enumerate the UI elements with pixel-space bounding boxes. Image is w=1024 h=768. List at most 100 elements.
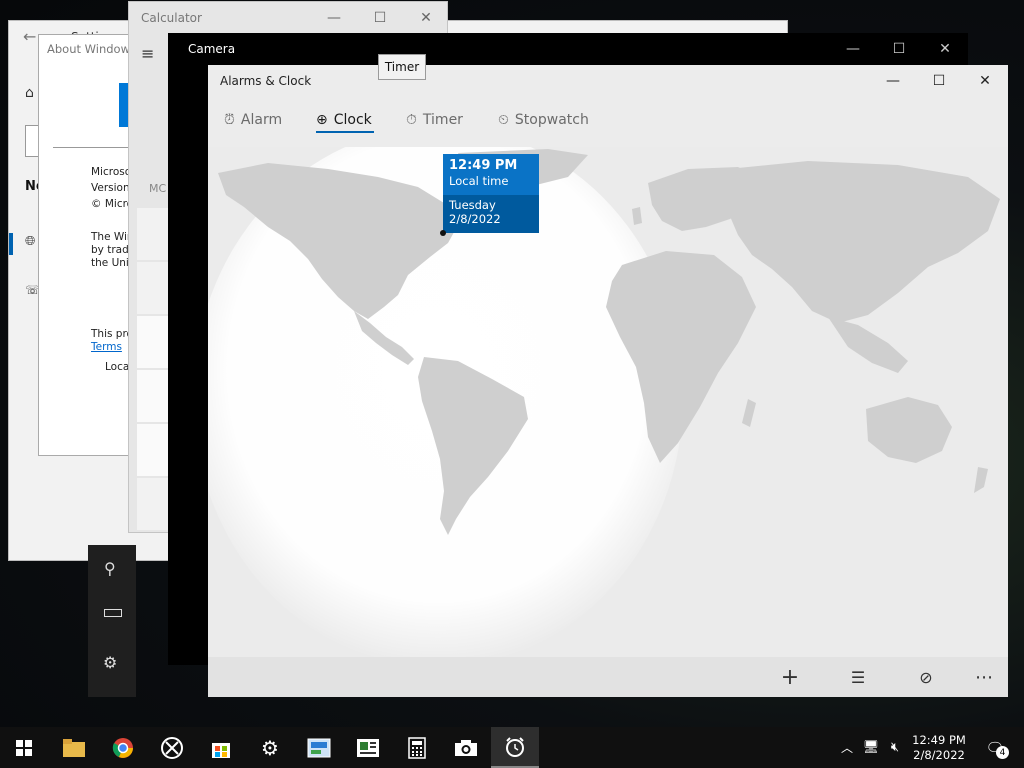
alarms-clock-button[interactable] <box>491 727 539 768</box>
pin-time: 12:49 PM <box>449 158 518 173</box>
select-list-icon[interactable]: ☰ <box>838 657 878 697</box>
calculator-title: Calculator <box>141 11 202 25</box>
search-icon[interactable]: ⚲ <box>104 559 116 578</box>
pin-label: Local time <box>449 174 509 188</box>
minimize-button[interactable]: — <box>830 33 876 65</box>
taskbar: ⚙ ︿ 🖥︎ 🔇︎ 12:49 PM 2/8/2022 🗨︎ 4 <box>0 727 1024 768</box>
left-rail: ⚲ ⚙ <box>88 545 136 697</box>
xbox-icon <box>161 736 183 759</box>
close-button[interactable]: ✕ <box>922 33 968 65</box>
store-button[interactable] <box>197 727 245 768</box>
tab-clock[interactable]: ⊕ Clock <box>316 108 372 132</box>
tab-alarm[interactable]: ⏰︎ Alarm <box>224 108 282 132</box>
folder-icon <box>63 738 85 757</box>
xbox-button[interactable] <box>148 727 196 768</box>
camera-titlebar[interactable]: Camera — ☐ ✕ <box>168 33 968 65</box>
terms-link[interactable]: Terms <box>91 341 122 353</box>
tab-label: Timer <box>422 112 463 128</box>
notification-count-badge: 4 <box>996 746 1009 759</box>
tab-label: Stopwatch <box>514 112 589 128</box>
globe-icon[interactable]: 🌐︎ <box>25 234 35 249</box>
world-map[interactable] <box>208 127 1008 667</box>
store-icon <box>212 742 230 758</box>
calculator-icon <box>408 736 426 759</box>
calc-button-row[interactable] <box>137 316 169 368</box>
gear-icon[interactable]: ⚙ <box>103 653 117 672</box>
network-icon[interactable]: 🖥︎ <box>860 727 882 768</box>
timer-tooltip: Timer <box>378 54 426 80</box>
calc-button-row[interactable] <box>137 424 169 476</box>
news-icon <box>357 738 379 757</box>
timer-icon: ⏱︎ <box>406 112 417 128</box>
globe-clock-icon: ⊕ <box>316 112 328 128</box>
gear-icon: ⚙ <box>261 735 279 760</box>
pin-day: Tuesday <box>449 198 496 212</box>
show-hidden-icons-button[interactable]: ︿ <box>838 727 856 768</box>
about-line-2: Version <box>91 182 130 194</box>
alarm-icon: ⏰︎ <box>224 112 235 128</box>
compare-clocks-icon[interactable]: ⊘ <box>906 657 946 697</box>
maximize-button[interactable]: ☐ <box>876 33 922 65</box>
maximize-button[interactable]: ☐ <box>916 65 962 97</box>
calc-button-row[interactable] <box>137 370 169 422</box>
calculator-titlebar[interactable]: Calculator — ☐ ✕ <box>129 2 447 34</box>
tab-timer[interactable]: ⏱︎ Timer <box>406 108 463 132</box>
maximize-button[interactable]: ☐ <box>357 2 403 34</box>
about-divider <box>53 147 137 148</box>
camera-title: Camera <box>188 42 236 56</box>
taskbar-clock[interactable]: 12:49 PM 2/8/2022 <box>908 727 970 768</box>
storage-icon[interactable] <box>104 609 122 617</box>
camera-button[interactable] <box>442 727 490 768</box>
add-icon[interactable]: + <box>770 657 810 697</box>
local-time-pin[interactable]: 12:49 PM Local time Tuesday 2/8/2022 <box>443 154 539 233</box>
stopwatch-icon: ⏲︎ <box>498 112 509 128</box>
minimize-button[interactable]: — <box>870 65 916 97</box>
settings-selected-indicator <box>9 233 13 255</box>
tab-stopwatch[interactable]: ⏲︎ Stopwatch <box>498 108 589 132</box>
pin-top: 12:49 PM Local time <box>443 154 539 195</box>
close-button[interactable]: ✕ <box>403 2 447 34</box>
active-tab-underline <box>316 131 374 133</box>
minimize-button[interactable]: — <box>311 2 357 34</box>
taskbar-time: 12:49 PM <box>912 732 966 747</box>
world-map-svg <box>208 127 1000 667</box>
back-arrow-icon[interactable]: ← <box>23 27 36 46</box>
about-line-7: This pro <box>91 328 133 340</box>
camera-icon <box>455 739 477 756</box>
memory-label: MC <box>149 182 167 195</box>
calculator-button[interactable] <box>393 727 441 768</box>
about-line-6: the Unit <box>91 257 133 269</box>
about-title: About Windows <box>47 42 136 56</box>
pin-bottom: Tuesday 2/8/2022 <box>443 195 539 233</box>
more-icon[interactable]: ⋯ <box>964 657 1004 697</box>
calc-button-row[interactable] <box>137 262 169 314</box>
alarms-clock-window[interactable]: Alarms & Clock — ☐ ✕ ⏰︎ Alarm ⊕ Clock ⏱︎… <box>208 65 1008 697</box>
about-line-3: © Micro <box>91 198 134 210</box>
alarms-titlebar[interactable]: Alarms & Clock — ☐ ✕ <box>208 65 1008 97</box>
file-explorer-button[interactable] <box>50 727 98 768</box>
start-button[interactable] <box>0 727 48 768</box>
pin-date: 2/8/2022 <box>449 212 501 226</box>
close-button[interactable]: ✕ <box>962 65 1008 97</box>
about-line-9: Loca <box>105 361 130 373</box>
alarm-clock-icon <box>506 736 524 757</box>
calc-button-row[interactable] <box>137 478 169 530</box>
action-center-button[interactable]: 🗨︎ 4 <box>980 727 1010 768</box>
control-panel-button[interactable] <box>295 727 343 768</box>
about-windows-window[interactable]: About Windows Microso Version © Micro Th… <box>38 34 138 456</box>
taskbar-date: 2/8/2022 <box>913 747 965 762</box>
news-button[interactable] <box>344 727 392 768</box>
calc-button-row[interactable] <box>137 208 169 260</box>
settings-button[interactable]: ⚙ <box>246 727 294 768</box>
chrome-button[interactable] <box>99 727 147 768</box>
pin-location-dot <box>440 230 446 236</box>
home-icon[interactable]: ⌂ <box>25 85 34 101</box>
hamburger-icon[interactable]: ≡ <box>141 44 154 63</box>
control-panel-icon <box>307 738 331 757</box>
volume-muted-icon[interactable]: 🔇︎ <box>884 727 906 768</box>
bottom-command-bar: + ☰ ⊘ ⋯ <box>208 657 1008 697</box>
tab-label: Alarm <box>240 112 283 128</box>
windows-logo-icon <box>16 739 32 756</box>
tab-label: Clock <box>333 112 372 128</box>
about-line-1: Microso <box>91 166 132 178</box>
